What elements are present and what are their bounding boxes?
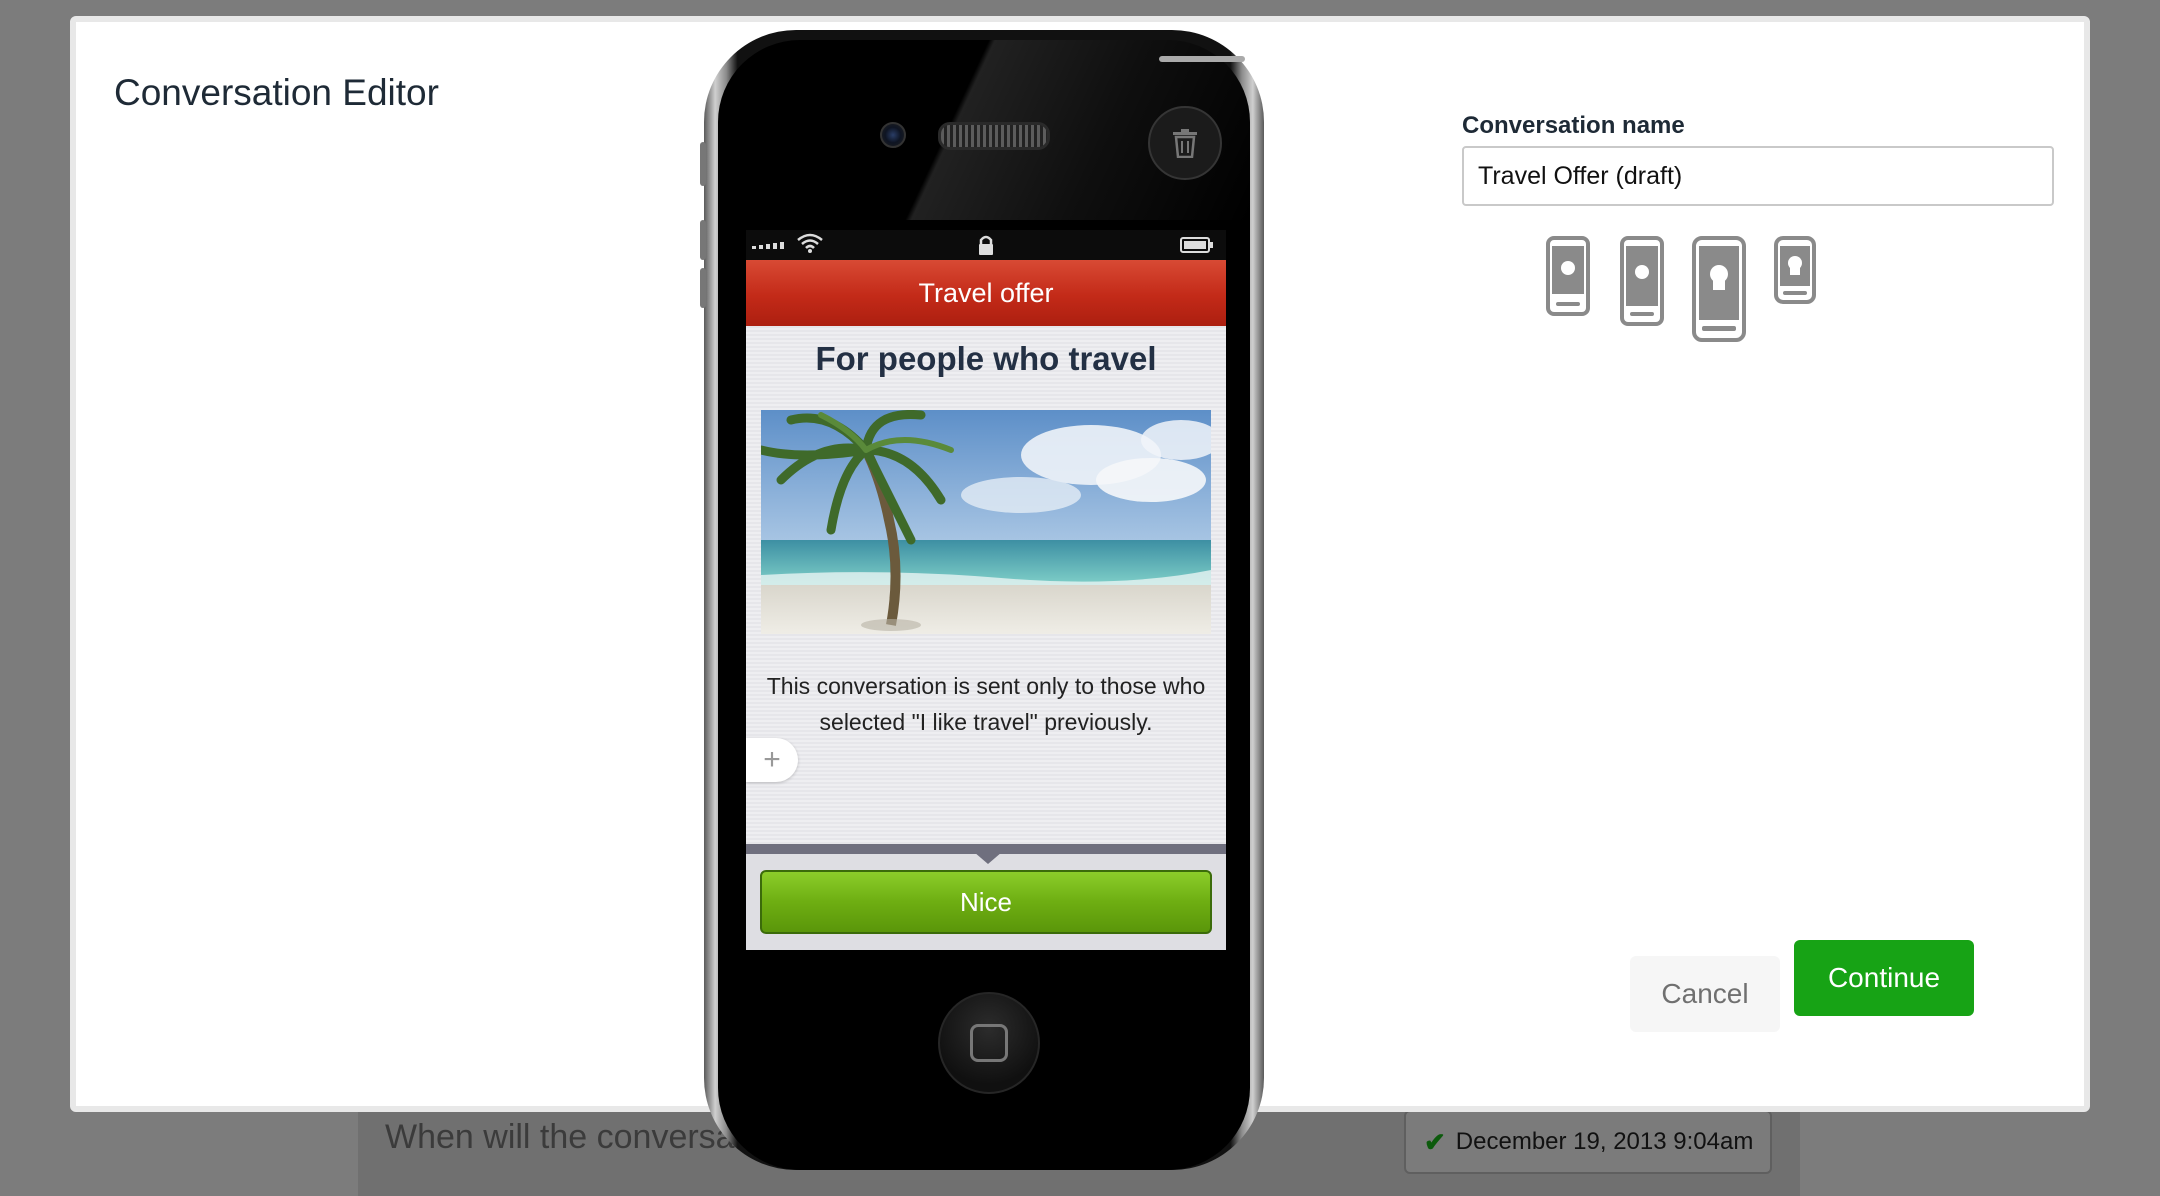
phone-screen: Travel offer For people who travel This … [746, 230, 1226, 950]
conversation-name-label: Conversation name [1462, 112, 1685, 139]
phone-volume-up [700, 220, 706, 260]
iphone-4-icon[interactable] [1546, 236, 1590, 316]
phone-volume-down [700, 268, 706, 308]
background-date-badge: ✔ December 19, 2013 9:04am [1404, 1110, 1772, 1174]
phone-power-button [1159, 56, 1245, 62]
delete-conversation-button[interactable] [1148, 106, 1222, 180]
conversation-name-input[interactable] [1462, 146, 2054, 206]
battery-icon [1180, 237, 1213, 253]
continue-button[interactable]: Continue [1794, 940, 1974, 1016]
checkmark-icon: ✔ [1424, 1126, 1446, 1157]
android-phone-icon[interactable] [1692, 236, 1746, 342]
add-block-button[interactable]: + [746, 738, 798, 782]
beach-image[interactable] [761, 410, 1211, 634]
iphone-5-icon[interactable] [1620, 236, 1664, 326]
preview-description[interactable]: This conversation is sent only to those … [766, 668, 1206, 740]
cancel-button[interactable]: Cancel [1630, 956, 1780, 1032]
status-bar [746, 230, 1226, 260]
trash-icon [1173, 129, 1197, 158]
phone-mute-switch [700, 142, 706, 186]
speaker-grille [938, 122, 1050, 150]
home-square-icon [970, 1024, 1008, 1062]
modal-title: Conversation Editor [114, 72, 439, 113]
preview-nav-title: Travel offer [746, 260, 1226, 327]
pointer-notch [974, 852, 1002, 864]
preview-headline[interactable]: For people who travel [746, 340, 1226, 378]
preview-button-area: Nice [746, 844, 1226, 950]
date-text: December 19, 2013 9:04am [1455, 1128, 1754, 1155]
signal-icon [752, 242, 784, 249]
wifi-icon [797, 233, 823, 253]
phone-home-button [938, 992, 1040, 1094]
camera-icon [880, 122, 906, 148]
preview-content: For people who travel This conversation … [746, 326, 1226, 844]
preview-action-button[interactable]: Nice [760, 870, 1212, 934]
lock-icon [979, 235, 993, 255]
android-small-icon[interactable] [1774, 236, 1816, 304]
